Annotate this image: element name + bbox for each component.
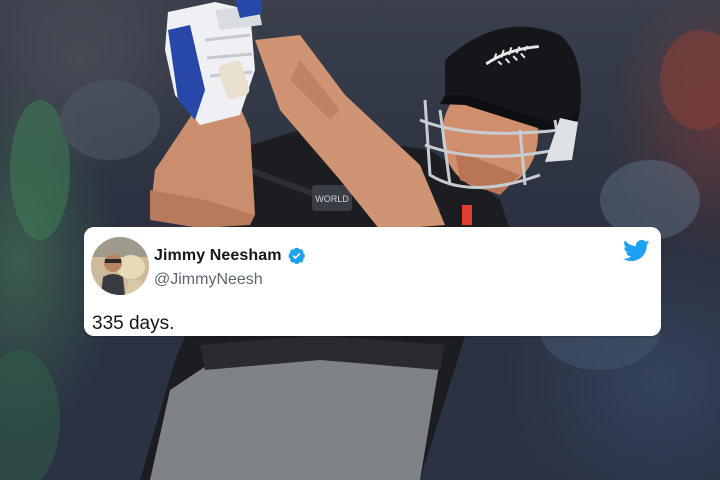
batting-gloves xyxy=(165,0,262,125)
avatar-image xyxy=(91,237,149,295)
handle[interactable]: @JimmyNeesh xyxy=(154,271,263,289)
twitter-bird-icon[interactable] xyxy=(623,239,650,263)
tweet-text: 335 days. xyxy=(92,313,175,334)
author-row: Jimmy Neesham xyxy=(154,246,306,265)
tweet-card[interactable]: Jimmy Neesham @JimmyNeesh 335 days. xyxy=(84,227,661,336)
svg-text:WORLD: WORLD xyxy=(315,194,349,204)
avatar[interactable] xyxy=(91,237,149,295)
verified-badge-icon xyxy=(288,247,305,265)
display-name[interactable]: Jimmy Neesham xyxy=(154,247,282,265)
